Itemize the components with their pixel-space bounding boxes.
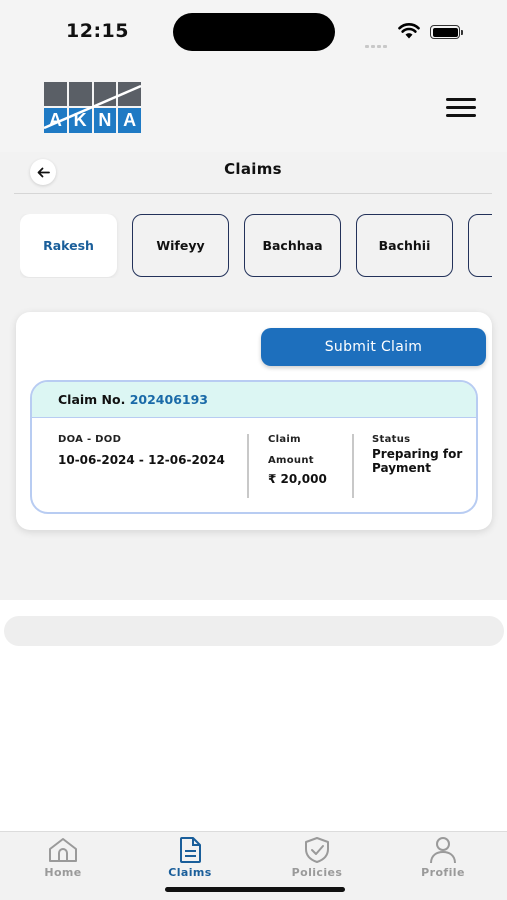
home-icon (49, 838, 77, 862)
nav-profile[interactable]: Profile (398, 836, 488, 882)
wifi-icon (398, 23, 420, 39)
claim-item[interactable]: Claim No. 202406193 DOA - DOD 10-06-2024… (30, 380, 478, 514)
page-title: Claims (224, 160, 282, 178)
member-tabs: Rakesh Wifeyy Bachhaa Bachhii (20, 214, 492, 278)
doa-dod-column: DOA - DOD 10-06-2024 - 12-06-2024 (58, 434, 238, 467)
column-divider (247, 434, 249, 498)
claim-amount-label: Claim (268, 434, 301, 445)
claim-number-label: Claim No. (58, 392, 126, 407)
user-icon (430, 837, 456, 864)
status-bar: 12:15 (0, 0, 507, 62)
nav-claims-label: Claims (168, 866, 212, 879)
dynamic-island (173, 13, 335, 51)
member-tab-rakesh[interactable]: Rakesh (20, 214, 117, 277)
submit-claim-button[interactable]: Submit Claim (261, 328, 486, 366)
status-value: Preparing for Payment (372, 447, 463, 475)
loading-placeholder (4, 616, 504, 646)
nav-claims[interactable]: Claims (145, 836, 235, 882)
home-indicator[interactable] (165, 887, 345, 892)
nav-policies[interactable]: Policies (272, 836, 362, 882)
column-divider (352, 434, 354, 498)
member-tab-bachhaa[interactable]: Bachhaa (244, 214, 341, 277)
claim-amount-label-2: Amount (268, 455, 314, 466)
title-bar: Claims (14, 152, 492, 194)
battery-icon (430, 25, 463, 39)
nav-profile-label: Profile (421, 866, 465, 879)
status-time: 12:15 (66, 20, 129, 42)
claim-amount-value: ₹ 20,000 (268, 472, 327, 486)
claim-number: 202406193 (129, 392, 208, 407)
hamburger-menu-icon[interactable] (446, 98, 476, 118)
member-tab-wifeyy[interactable]: Wifeyy (132, 214, 229, 277)
back-button[interactable] (30, 159, 56, 185)
document-icon (180, 837, 201, 863)
nav-home-label: Home (44, 866, 82, 879)
claims-card: Submit Claim Claim No. 202406193 DOA - D… (16, 312, 492, 530)
doa-dod-label: DOA - DOD (58, 434, 122, 445)
status-label: Status (372, 434, 411, 445)
claim-header: Claim No. 202406193 (32, 382, 476, 418)
akna-logo: A K N A (44, 82, 141, 133)
shield-check-icon (305, 837, 329, 863)
bottom-navigation: Home Claims Policies Profile (0, 831, 507, 900)
app-header: A K N A (0, 62, 507, 152)
status-column: Status Preparing for Payment (372, 434, 464, 475)
nav-home[interactable]: Home (18, 836, 108, 882)
doa-dod-value: 10-06-2024 - 12-06-2024 (58, 453, 225, 467)
cellular-signal-icon (365, 33, 391, 48)
claim-amount-column: Claim Amount ₹ 20,000 (268, 434, 358, 486)
claims-screen: Claims Rakesh Wifeyy Bachhaa Bachhii Sub… (0, 152, 507, 600)
member-tab-partial[interactable] (468, 214, 492, 277)
nav-policies-label: Policies (291, 866, 343, 879)
member-tab-bachhii[interactable]: Bachhii (356, 214, 453, 277)
arrow-left-icon (37, 167, 50, 177)
